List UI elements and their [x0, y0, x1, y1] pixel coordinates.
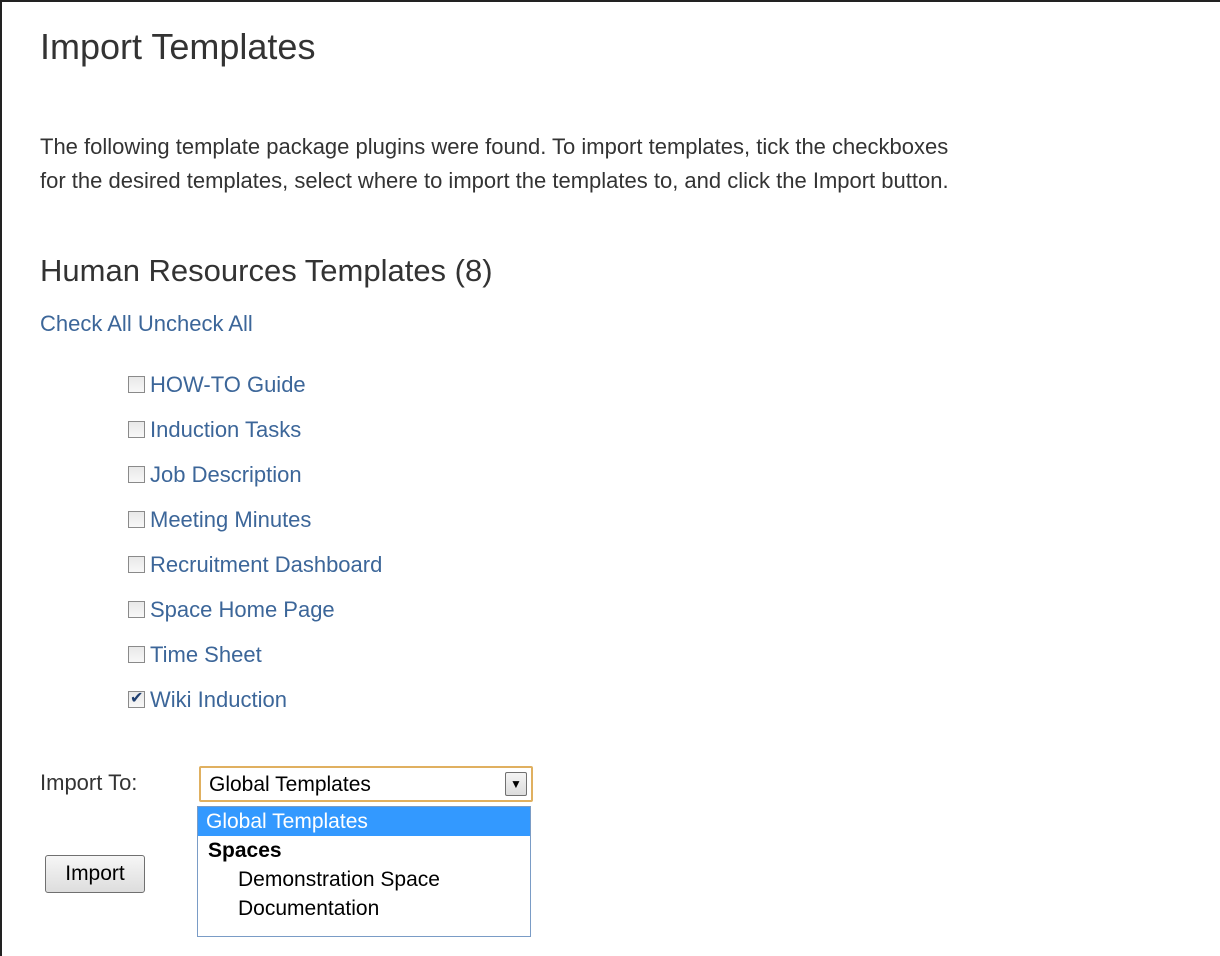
- template-item: Recruitment Dashboard: [128, 542, 382, 587]
- template-label[interactable]: Time Sheet: [150, 642, 262, 668]
- intro-text: The following template package plugins w…: [40, 130, 1218, 198]
- template-label[interactable]: Recruitment Dashboard: [150, 552, 382, 578]
- import-to-dropdown-list: Global Templates Spaces Demonstration Sp…: [197, 806, 531, 937]
- chevron-down-icon[interactable]: ▼: [505, 772, 527, 796]
- template-item: HOW-TO Guide: [128, 362, 382, 407]
- import-to-select[interactable]: Global Templates ▼: [199, 766, 533, 802]
- template-label[interactable]: Induction Tasks: [150, 417, 301, 443]
- template-item: Induction Tasks: [128, 407, 382, 452]
- import-button[interactable]: Import: [45, 855, 145, 893]
- template-checkbox[interactable]: [128, 601, 145, 618]
- template-list: HOW-TO Guide Induction Tasks Job Descrip…: [128, 362, 382, 722]
- template-item: Meeting Minutes: [128, 497, 382, 542]
- template-checkbox[interactable]: [128, 376, 145, 393]
- template-item: Time Sheet: [128, 632, 382, 677]
- section-title: Human Resources Templates (8): [40, 253, 493, 288]
- template-item: Space Home Page: [128, 587, 382, 632]
- option-demonstration-space[interactable]: Demonstration Space: [198, 865, 530, 894]
- template-item: Job Description: [128, 452, 382, 497]
- template-checkbox[interactable]: [128, 688, 145, 708]
- template-checkbox[interactable]: [128, 421, 145, 438]
- import-to-label: Import To:: [40, 770, 138, 795]
- template-label[interactable]: HOW-TO Guide: [150, 372, 306, 398]
- template-label[interactable]: Job Description: [150, 462, 302, 488]
- template-label[interactable]: Space Home Page: [150, 597, 335, 623]
- template-checkbox[interactable]: [128, 511, 145, 528]
- template-label[interactable]: Meeting Minutes: [150, 507, 311, 533]
- optgroup-spaces: Spaces: [208, 839, 282, 862]
- template-checkbox[interactable]: [128, 466, 145, 483]
- intro-line-1: The following template package plugins w…: [40, 134, 949, 159]
- option-global-templates[interactable]: Global Templates: [198, 807, 530, 836]
- page-title: Import Templates: [40, 26, 316, 67]
- toggle-links: Check All Uncheck All: [40, 311, 253, 337]
- option-documentation[interactable]: Documentation: [198, 894, 530, 923]
- select-current-value: Global Templates: [209, 773, 371, 796]
- intro-line-2: for the desired templates, select where …: [40, 168, 949, 193]
- template-label[interactable]: Wiki Induction: [150, 687, 287, 713]
- template-checkbox[interactable]: [128, 646, 145, 663]
- uncheck-all-link[interactable]: Uncheck All: [138, 311, 253, 336]
- template-checkbox[interactable]: [128, 556, 145, 573]
- check-all-link[interactable]: Check All: [40, 311, 132, 336]
- template-item: Wiki Induction: [128, 677, 382, 722]
